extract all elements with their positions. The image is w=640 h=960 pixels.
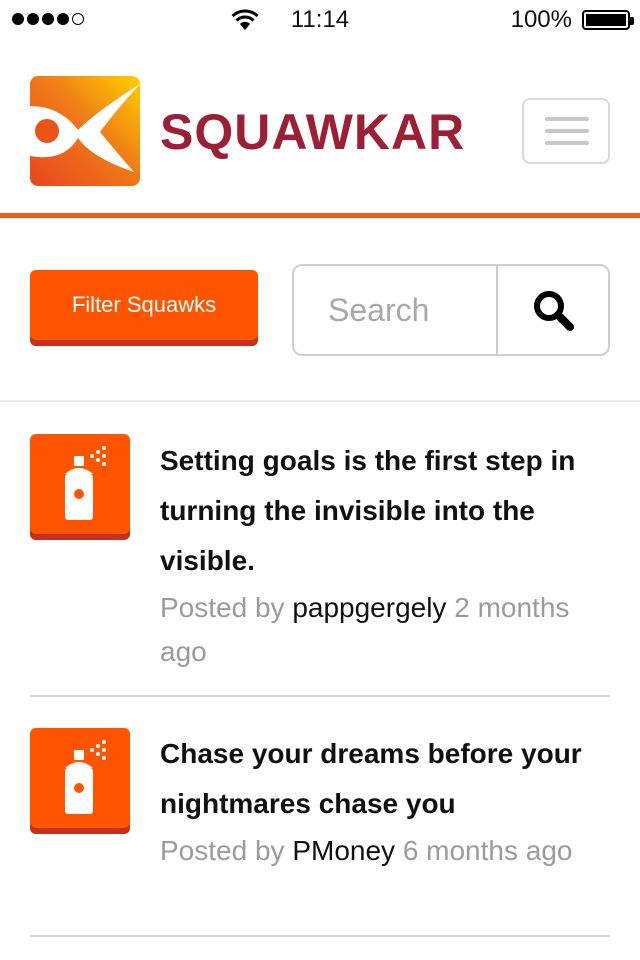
menu-button[interactable] [522,98,610,164]
toolbar-divider [0,400,640,402]
app-header: SQUAWKAR [0,40,640,218]
search-icon [534,291,574,331]
post-author[interactable]: pappgergely [292,592,446,623]
status-bar: 11:14 100% [0,0,640,40]
spray-can-icon [30,434,130,540]
spray-can-icon [30,728,130,834]
post-meta: Posted by pappgergely 2 months ago [160,586,590,674]
search-box [292,264,610,356]
post-meta: Posted by PMoney 6 months ago [160,829,590,873]
post-time: 6 months ago [402,835,573,866]
posted-by-label: Posted by [160,835,285,866]
squawkar-logo[interactable] [30,76,140,186]
brand-name: SQUAWKAR [160,104,466,160]
battery-icon [582,10,634,30]
filter-squawks-button[interactable]: Filter Squawks [30,270,258,346]
search-input[interactable] [294,266,496,354]
post-author[interactable]: PMoney [292,835,395,866]
post-divider [30,935,610,937]
battery-percent: 100% [510,6,572,33]
post-title[interactable]: Setting goals is the first step in turni… [160,436,590,586]
post-divider [30,695,610,697]
hamburger-icon [545,117,589,121]
posted-by-label: Posted by [160,592,285,623]
post-title[interactable]: Chase your dreams before your nightmares… [160,729,590,829]
search-button[interactable] [498,266,608,354]
